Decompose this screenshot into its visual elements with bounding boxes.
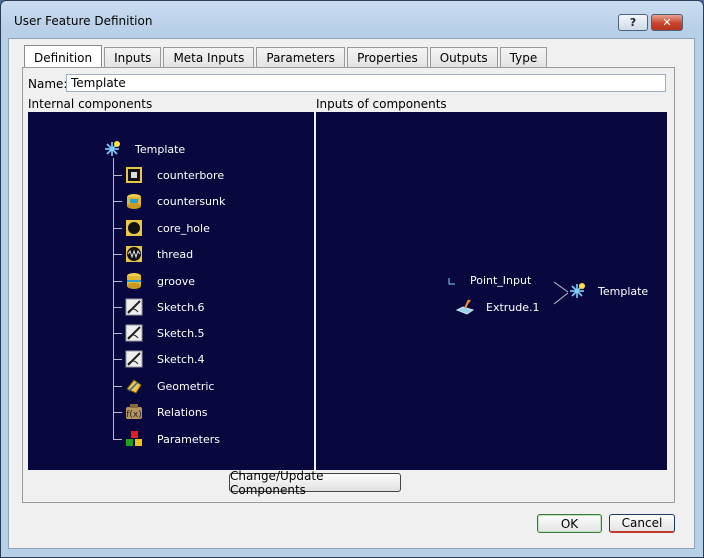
sketch-icon xyxy=(125,324,143,342)
tree-item-counterbore[interactable]: counterbore xyxy=(114,166,224,184)
tree-item-sketch-5[interactable]: Sketch.5 xyxy=(114,324,205,342)
tab-outputs[interactable]: Outputs xyxy=(429,47,498,68)
tab-type[interactable]: Type xyxy=(499,47,548,68)
tab-inputs[interactable]: Inputs xyxy=(104,47,162,68)
close-button[interactable]: ✕ xyxy=(651,14,683,31)
tree-item-relations[interactable]: f(x) Relations xyxy=(114,403,208,421)
template-icon xyxy=(105,141,120,156)
thread-icon xyxy=(126,246,142,262)
tree-item-sketch-6[interactable]: Sketch.6 xyxy=(114,298,205,316)
counterbore-icon xyxy=(126,167,142,183)
tab-definition[interactable]: Definition xyxy=(24,45,103,69)
tree-item-groove[interactable]: groove xyxy=(114,272,195,290)
template-icon xyxy=(570,283,585,298)
inputs-of-components-view[interactable]: Point_Input Extrude.1 Template xyxy=(316,112,667,470)
input-item-extrude-1[interactable]: Extrude.1 xyxy=(456,298,540,316)
groove-icon xyxy=(127,273,141,289)
countersunk-icon xyxy=(127,194,141,209)
change-update-components-button[interactable]: Change/Update Components xyxy=(229,469,401,497)
point-icon xyxy=(448,277,455,284)
name-label: Name: xyxy=(28,77,68,91)
svg-text:f(x): f(x) xyxy=(126,410,142,420)
name-input[interactable] xyxy=(66,74,666,92)
tree-item-countersunk[interactable]: countersunk xyxy=(114,192,225,210)
tree-item-sketch-4[interactable]: Sketch.4 xyxy=(114,350,205,368)
tree-root-label: Template xyxy=(135,142,186,156)
extrude-icon xyxy=(456,299,474,315)
tree-item-core-hole[interactable]: core_hole xyxy=(114,219,210,237)
tab-bar: Definition Inputs Meta Inputs Parameters… xyxy=(24,45,549,69)
input-item-point-input[interactable]: Point_Input xyxy=(448,274,531,287)
tree-root-template[interactable]: Template xyxy=(103,140,185,158)
sketch-icon xyxy=(125,350,143,368)
geometric-icon xyxy=(126,379,142,394)
help-button[interactable]: ? xyxy=(618,14,648,31)
sketch-icon xyxy=(125,298,143,316)
tab-meta-inputs[interactable]: Meta Inputs xyxy=(163,47,255,68)
internal-components-tree[interactable]: Template counterbore countersunk core_ho… xyxy=(28,112,314,470)
window-title: User Feature Definition xyxy=(14,14,153,28)
internal-components-label: Internal components xyxy=(28,97,153,111)
tree-item-thread[interactable]: thread xyxy=(114,245,193,263)
tree-item-geometric[interactable]: Geometric xyxy=(114,377,214,395)
relations-icon: f(x) xyxy=(126,404,142,420)
ok-button[interactable]: OK xyxy=(537,514,602,533)
inputs-of-components-label: Inputs of components xyxy=(316,97,447,111)
tree-item-parameters[interactable]: Parameters xyxy=(114,430,220,448)
cancel-button[interactable]: Cancel xyxy=(609,514,675,533)
core-hole-icon xyxy=(126,220,142,236)
parameters-icon xyxy=(126,431,142,446)
tab-properties[interactable]: Properties xyxy=(347,47,428,68)
input-target-template[interactable]: Template xyxy=(568,282,648,300)
tab-parameters[interactable]: Parameters xyxy=(256,47,346,68)
